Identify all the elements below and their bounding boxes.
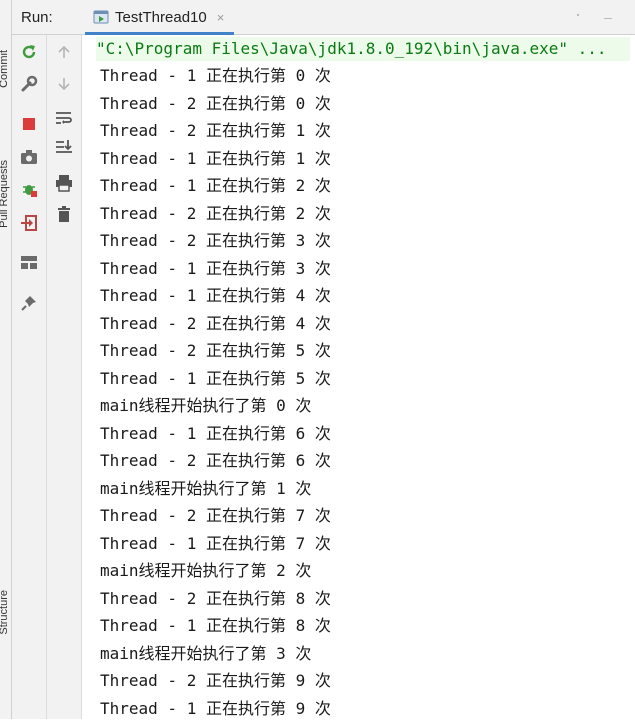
output-lines: Thread - 1 正在执行第 0 次Thread - 2 正在执行第 0 次…: [100, 62, 635, 722]
print-icon[interactable]: [52, 171, 76, 195]
console-line: Thread - 2 正在执行第 4 次: [100, 310, 635, 338]
bug-icon[interactable]: [17, 177, 41, 201]
down-arrow-icon[interactable]: [52, 72, 76, 96]
console-line: Thread - 2 正在执行第 1 次: [100, 117, 635, 145]
console-line: Thread - 1 正在执行第 8 次: [100, 612, 635, 640]
rerun-icon[interactable]: [17, 40, 41, 64]
run-toolbar-secondary: [47, 35, 82, 719]
console-line: Thread - 1 正在执行第 6 次: [100, 420, 635, 448]
run-label: Run:: [21, 9, 77, 26]
console-line: Thread - 2 正在执行第 2 次: [100, 200, 635, 228]
console-line: Thread - 1 正在执行第 2 次: [100, 172, 635, 200]
structure-tool-tab[interactable]: Structure: [0, 590, 10, 635]
console-line: main线程开始执行了第 0 次: [100, 392, 635, 420]
up-arrow-icon[interactable]: [52, 40, 76, 64]
command-line: "C:\Program Files\Java\jdk1.8.0_192\bin\…: [96, 37, 630, 61]
trash-icon[interactable]: [52, 202, 76, 226]
console-line: Thread - 2 正在执行第 8 次: [100, 585, 635, 613]
console-line: Thread - 2 正在执行第 7 次: [100, 502, 635, 530]
console-line: Thread - 1 正在执行第 5 次: [100, 365, 635, 393]
commit-tool-tab[interactable]: Commit: [0, 50, 10, 88]
run-toolbar-primary: [12, 35, 47, 719]
pull-requests-tool-tab[interactable]: Pull Requests: [0, 160, 10, 228]
console-line: main线程开始执行了第 3 次: [100, 640, 635, 668]
console-line: Thread - 1 正在执行第 4 次: [100, 282, 635, 310]
console-line: Thread - 1 正在执行第 0 次: [100, 62, 635, 90]
scroll-to-end-icon[interactable]: [52, 136, 76, 160]
console-line: Thread - 1 正在执行第 3 次: [100, 255, 635, 283]
console-line: Thread - 2 正在执行第 5 次: [100, 337, 635, 365]
stop-icon[interactable]: [17, 112, 41, 136]
tab-title: TestThread10: [115, 9, 207, 26]
soft-wrap-icon[interactable]: [52, 106, 76, 130]
layout-icon[interactable]: [17, 251, 41, 275]
console-output[interactable]: "C:\Program Files\Java\jdk1.8.0_192\bin\…: [82, 35, 635, 719]
console-line: Thread - 1 正在执行第 9 次: [100, 695, 635, 722]
console-line: Thread - 1 正在执行第 1 次: [100, 145, 635, 173]
close-tab-icon[interactable]: ×: [217, 10, 225, 25]
settings-wrench-icon[interactable]: [17, 72, 41, 96]
console-line: Thread - 2 正在执行第 3 次: [100, 227, 635, 255]
tab-testthread10[interactable]: TestThread10 ×: [85, 0, 234, 34]
console-line: Thread - 2 正在执行第 6 次: [100, 447, 635, 475]
run-tool-window-header: Run: TestThread10 ×: [12, 0, 635, 35]
console-line: Thread - 2 正在执行第 0 次: [100, 90, 635, 118]
console-line: main线程开始执行了第 2 次: [100, 557, 635, 585]
options-icon[interactable]: [573, 10, 583, 20]
console-line: Thread - 1 正在执行第 7 次: [100, 530, 635, 558]
camera-icon[interactable]: [17, 145, 41, 169]
run-config-icon: [93, 10, 109, 24]
pin-icon[interactable]: [17, 291, 41, 315]
left-tool-strip: Commit Pull Requests Structure: [0, 0, 12, 719]
minimize-icon[interactable]: [603, 10, 613, 20]
login-icon[interactable]: [17, 211, 41, 235]
console-line: main线程开始执行了第 1 次: [100, 475, 635, 503]
console-line: Thread - 2 正在执行第 9 次: [100, 667, 635, 695]
